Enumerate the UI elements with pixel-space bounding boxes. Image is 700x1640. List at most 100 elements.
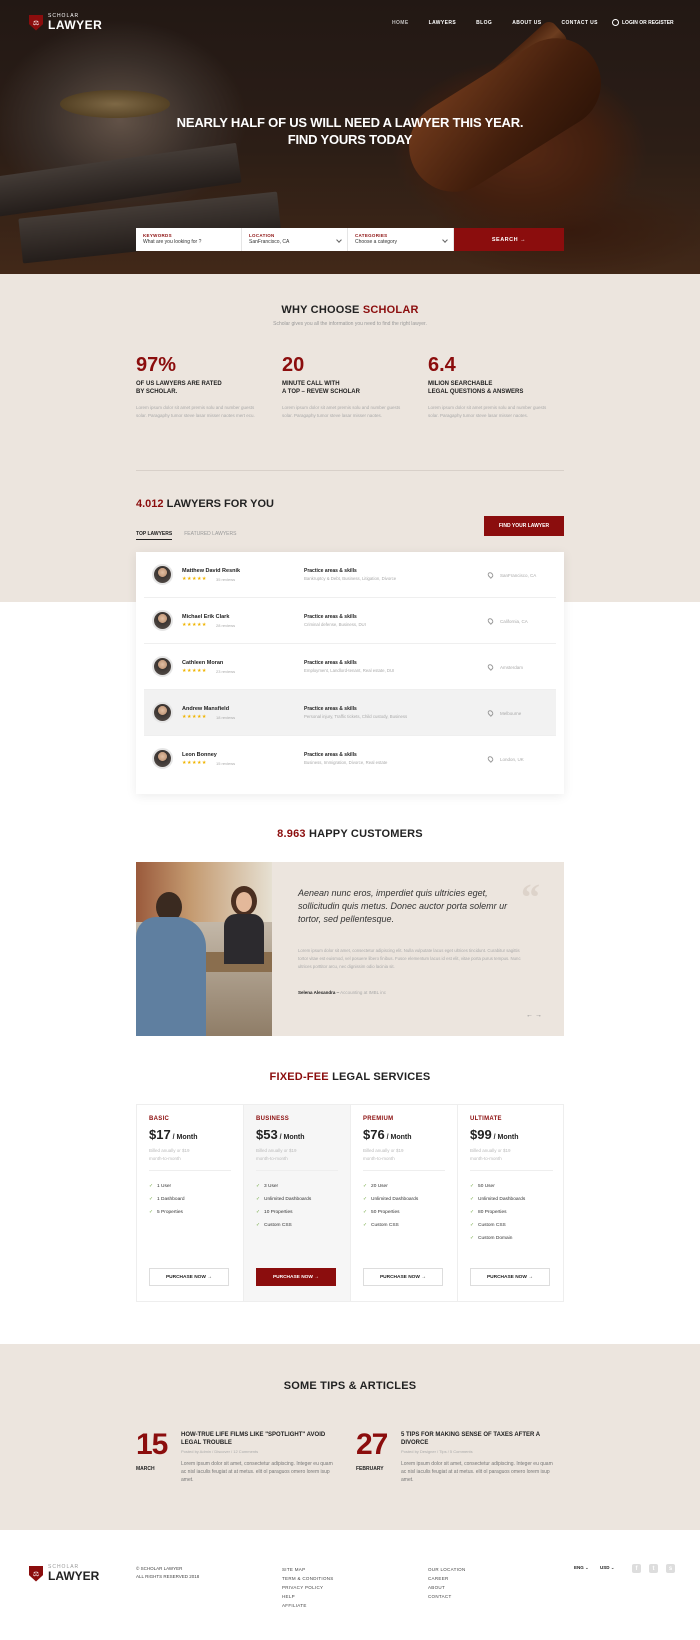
article-day: 27: [356, 1428, 388, 1461]
why-title: WHY CHOOSE SCHOLAR: [281, 304, 419, 316]
chevron-down-icon: ⌄: [585, 1565, 589, 1570]
location-select[interactable]: LOCATION SanFrancisco, CA: [242, 228, 348, 251]
keywords-input[interactable]: What are you looking for ?: [143, 239, 234, 245]
main-menu: HOME LAWYERS BLOG ABOUT US CONTACT US: [392, 20, 618, 26]
footer-link[interactable]: AFFILIATE: [282, 1601, 334, 1610]
check-icon: ✓: [149, 1197, 154, 1202]
avatar: [152, 610, 173, 631]
lawyer-row[interactable]: Matthew David Resnik ★★★★★ 35 reviews Pr…: [144, 552, 556, 598]
find-lawyer-button[interactable]: FIND YOUR LAWYER: [484, 516, 564, 536]
practice-label: Practice areas & skills: [304, 568, 357, 574]
purchase-button[interactable]: PURCHASE NOW →: [149, 1268, 229, 1286]
footer-link[interactable]: SITE MAP: [282, 1565, 334, 1574]
footer-link[interactable]: CAREER: [428, 1574, 466, 1583]
article-title[interactable]: 5 TIPS FOR MAKING SENSE OF TAXES AFTER A…: [401, 1431, 551, 1447]
lawyer-location: California, CA: [500, 619, 528, 624]
tab-featured-lawyers[interactable]: FEATURED LAWYERS: [184, 531, 236, 540]
language-select[interactable]: ENG ⌄: [574, 1565, 589, 1571]
check-icon: ✓: [470, 1236, 475, 1241]
article-title[interactable]: HOW-TRUE LIFE FILMS LIKE "SPOTLIGHT" AVO…: [181, 1431, 331, 1447]
lawyer-row[interactable]: Andrew Mansfield ★★★★★ 18 reviews Practi…: [144, 690, 556, 736]
star-rating: ★★★★★: [182, 668, 207, 674]
lawyer-row[interactable]: Cathleen Moran ★★★★★ 23 reviews Practice…: [144, 644, 556, 690]
lawyer-location: SanFrancisco, CA: [500, 573, 537, 578]
location-pin-icon: [486, 571, 495, 579]
pricing-table: BASIC $17 / Month Billed anually or $19 m…: [136, 1104, 564, 1302]
footer-link[interactable]: TERM & CONDITIONS: [282, 1574, 334, 1583]
stat-desc: Lorem ipsum dolor sit amet premis solu a…: [136, 405, 255, 418]
review-count: 23 reviews: [216, 669, 236, 674]
footer-links: OUR LOCATION CAREER ABOUT CONTACT: [428, 1565, 466, 1601]
location-pin-icon: [486, 755, 495, 763]
tab-top-lawyers[interactable]: TOP LAWYERS: [136, 531, 173, 540]
footer-link[interactable]: HELP: [282, 1592, 334, 1601]
lawyer-row[interactable]: Michael Erik Clark ★★★★★ 28 reviews Prac…: [144, 598, 556, 644]
footer-link[interactable]: OUR LOCATION: [428, 1565, 466, 1574]
purchase-button[interactable]: PURCHASE NOW →: [470, 1268, 550, 1286]
practice-label: Practice areas & skills: [304, 614, 357, 620]
carousel-arrows[interactable]: ← →: [526, 1012, 542, 1019]
footer-links: SITE MAP TERM & CONDITIONS PRIVACY POLIC…: [282, 1565, 334, 1610]
nav-lawyers[interactable]: LAWYERS: [429, 20, 457, 26]
login-link[interactable]: LOGIN OR REGISTER: [612, 19, 674, 26]
nav-about[interactable]: ABOUT US: [512, 20, 541, 26]
top-nav: ⚖ SCHOLAR LAWYER HOME LAWYERS BLOG ABOUT…: [0, 0, 700, 46]
lawyer-name[interactable]: Matthew David Resnik: [182, 568, 240, 574]
footer: ⚖ SCHOLAR LAWYER © SCHOLAR LAWYER ALL RI…: [0, 1530, 700, 1640]
footer-link[interactable]: CONTACT: [428, 1592, 466, 1601]
lawyer-name[interactable]: Michael Erik Clark: [182, 614, 229, 620]
review-count: 35 reviews: [216, 577, 236, 582]
testimonial-body: Lorem ipsum dolor sit amet, consectetur …: [298, 948, 521, 969]
lawyer-row[interactable]: Leon Bonney ★★★★★ 15 reviews Practice ar…: [144, 736, 556, 782]
lawyer-name[interactable]: Leon Bonney: [182, 752, 217, 758]
categories-value: Choose a category: [355, 239, 397, 245]
why-subtitle: Scholar gives you all the information yo…: [273, 321, 427, 327]
star-rating: ★★★★★: [182, 622, 207, 628]
practice-skills: Bankruptcy & Debt, Business, Litigation,…: [304, 576, 397, 581]
happy-title: 8.963 HAPPY CUSTOMERS: [277, 828, 423, 840]
check-icon: ✓: [470, 1210, 475, 1215]
facebook-icon[interactable]: f: [632, 1564, 641, 1573]
stat-block: 97% OF US LAWYERS ARE RATED BY SCHOLAR. L…: [136, 354, 255, 418]
stat-number: 97%: [136, 354, 177, 376]
keywords-field[interactable]: KEYWORDS What are you looking for ?: [136, 228, 242, 251]
pricing-title: FIXED-FEE LEGAL SERVICES: [269, 1071, 431, 1083]
check-icon: ✓: [256, 1223, 261, 1228]
footer-link[interactable]: PRIVACY POLICY: [282, 1583, 334, 1592]
skype-icon[interactable]: s: [666, 1564, 675, 1573]
purchase-button[interactable]: PURCHASE NOW →: [363, 1268, 443, 1286]
logo[interactable]: ⚖ SCHOLAR LAWYER: [29, 14, 102, 31]
avatar: [152, 702, 173, 723]
currency-select[interactable]: USD ⌄: [600, 1565, 615, 1571]
avatar: [152, 748, 173, 769]
stat-block: 20 MINUTE CALL WITH A TOP – REVEW SCHOLAR…: [282, 354, 401, 418]
stat-number: 20: [282, 354, 305, 376]
search-button[interactable]: SEARCH →: [454, 228, 564, 251]
scale-icon: ⚖: [29, 1565, 43, 1582]
twitter-icon[interactable]: t: [649, 1564, 658, 1573]
check-icon: ✓: [256, 1197, 261, 1202]
stat-desc: Lorem ipsum dolor sit amet premis solu a…: [428, 405, 547, 418]
keywords-label: KEYWORDS: [143, 233, 172, 238]
practice-label: Practice areas & skills: [304, 752, 357, 758]
footer-link[interactable]: ABOUT: [428, 1583, 466, 1592]
arrow-right-icon: →: [520, 236, 527, 243]
testimonial-photo: [136, 862, 272, 1036]
nav-contact[interactable]: CONTACT US: [562, 20, 598, 26]
lawyer-location: Amsterdam: [500, 665, 524, 670]
review-count: 28 reviews: [216, 623, 236, 628]
footer-logo[interactable]: ⚖ SCHOLAR LAWYER: [29, 1565, 99, 1582]
purchase-button[interactable]: PURCHASE NOW →: [256, 1268, 336, 1286]
practice-skills: Criminal defense, Business, DUI: [304, 622, 366, 627]
lawyer-name[interactable]: Cathleen Moran: [182, 660, 223, 666]
hero-section: ⚖ SCHOLAR LAWYER HOME LAWYERS BLOG ABOUT…: [0, 0, 700, 274]
nav-home[interactable]: HOME: [392, 20, 409, 26]
search-button-label: SEARCH: [491, 236, 519, 243]
category-select[interactable]: CATEGORIES Choose a category: [348, 228, 454, 251]
tips-title: SOME TIPS & ARTICLES: [283, 1380, 417, 1392]
check-icon: ✓: [363, 1223, 368, 1228]
lawyer-name[interactable]: Andrew Mansfield: [182, 706, 229, 712]
nav-blog[interactable]: BLOG: [476, 20, 492, 26]
lawyers-title: 4.012 LAWYERS FOR YOU: [136, 498, 274, 510]
star-rating: ★★★★★: [182, 714, 207, 720]
